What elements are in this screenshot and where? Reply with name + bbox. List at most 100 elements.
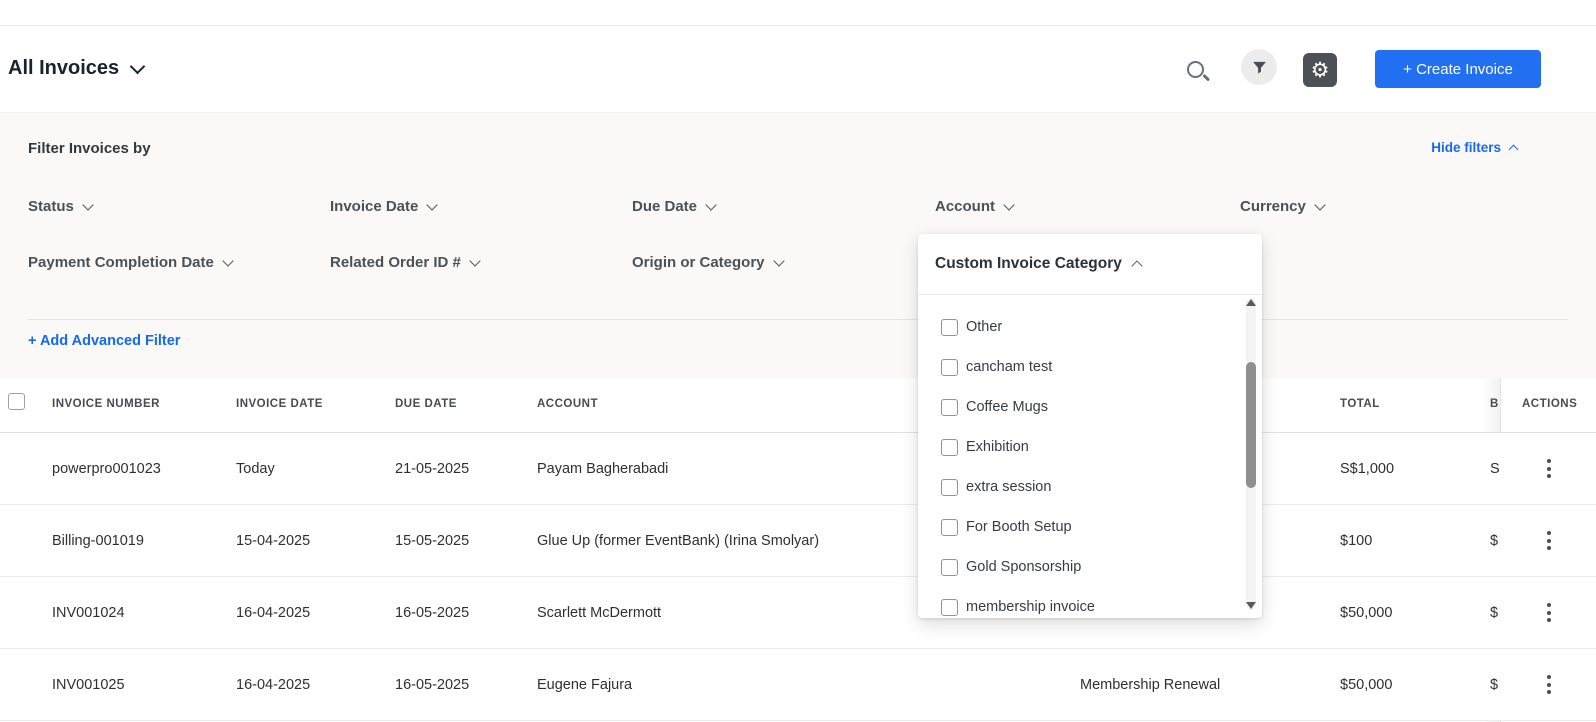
invoice-number-cell: powerpro001023 <box>52 460 161 477</box>
hide-filters-link[interactable]: Hide filters <box>1431 140 1519 155</box>
chevron-down-icon <box>1314 198 1326 211</box>
dropdown-scrollbar[interactable] <box>1246 298 1256 610</box>
kebab-icon <box>1547 474 1551 478</box>
total-cell: S$1,000 <box>1340 460 1395 477</box>
category-cell: Membership Renewal <box>1080 676 1221 693</box>
row-actions-menu-button[interactable] <box>1537 671 1561 699</box>
top-divider <box>0 0 1596 26</box>
total-cell: $100 <box>1340 532 1373 549</box>
chevron-down-icon <box>1003 198 1015 211</box>
dropdown-option-label: Other <box>966 319 1003 335</box>
dropdown-option-label: Exhibition <box>966 439 1029 455</box>
settings-button[interactable]: ⚙ <box>1303 53 1337 87</box>
dropdown-option-for-booth-setup[interactable]: For Booth Setup <box>918 507 1262 547</box>
filter-label: Currency <box>1240 198 1306 215</box>
dropdown-option-cancham-test[interactable]: cancham test <box>918 347 1262 387</box>
dropdown-option-label: Gold Sponsorship <box>966 559 1082 575</box>
checkbox-icon[interactable] <box>941 358 958 376</box>
invoice-date-cell: Today <box>236 460 275 477</box>
chevron-down-icon <box>469 254 481 267</box>
dropdown-option-exhibition[interactable]: Exhibition <box>918 427 1262 467</box>
dropdown-option-label: extra session <box>966 479 1052 495</box>
filter-payment-completion-date[interactable]: Payment Completion Date <box>28 254 234 271</box>
dropdown-option-label: Coffee Mugs <box>966 399 1048 415</box>
scrollbar-up-arrow-icon[interactable] <box>1246 299 1256 306</box>
invoice-list-selector[interactable]: All Invoices <box>8 57 146 80</box>
invoice-number-cell: INV001025 <box>52 676 125 693</box>
filter-due-date[interactable]: Due Date <box>632 198 717 215</box>
chevron-up-icon <box>1508 144 1519 155</box>
kebab-icon <box>1547 682 1551 687</box>
dropdown-option-gold-sponsorship[interactable]: Gold Sponsorship <box>918 547 1262 587</box>
row-actions-menu-button[interactable] <box>1537 527 1561 555</box>
kebab-icon <box>1547 618 1551 622</box>
due-date-cell: 16-05-2025 <box>395 604 470 621</box>
kebab-icon <box>1547 603 1551 607</box>
dropdown-option-membership-invoice[interactable]: membership invoice <box>918 587 1262 618</box>
table-body: powerpro001023 Today 21-05-2025 Payam Baghe… <box>0 433 1596 721</box>
balance-partial-cell: $ <box>1490 604 1499 621</box>
account-cell: Glue Up (former EventBank) (Irina Smolya… <box>537 532 820 549</box>
filter-origin-or-category[interactable]: Origin or Category <box>632 254 785 271</box>
checkbox-icon[interactable] <box>941 518 958 536</box>
column-header-due-date: DUE DATE <box>395 398 457 410</box>
invoices-screen: All Invoices ⚙ + Create Invoice Filter I… <box>0 0 1596 722</box>
checkbox-icon[interactable] <box>941 398 958 416</box>
dropdown-option-extra-session[interactable]: extra session <box>918 467 1262 507</box>
dropdown-option-coffee-mugs[interactable]: Coffee Mugs <box>918 387 1262 427</box>
filter-panel: Filter Invoices by Hide filters Status In… <box>0 112 1596 379</box>
select-all-checkbox[interactable] <box>8 393 25 410</box>
search-icon <box>1187 61 1204 78</box>
filter-currency[interactable]: Currency <box>1240 198 1326 215</box>
kebab-icon <box>1547 690 1551 694</box>
checkbox-icon[interactable] <box>941 598 958 616</box>
gear-icon: ⚙ <box>1310 58 1330 82</box>
chevron-down-icon <box>426 198 439 211</box>
column-header-balance-partial: B <box>1490 398 1499 410</box>
kebab-icon <box>1547 546 1551 550</box>
dropdown-option-list: Other cancham test Coffee Mugs Exhibition ex… <box>918 295 1262 618</box>
checkbox-icon[interactable] <box>941 558 958 576</box>
custom-invoice-category-filter[interactable]: Custom Invoice Category <box>918 234 1262 295</box>
invoice-row[interactable]: INV001024 16-04-2025 16-05-2025 Scarlett Mc… <box>0 577 1596 649</box>
account-cell: Payam Bagherabadi <box>537 460 669 477</box>
kebab-icon <box>1547 675 1551 679</box>
balance-partial-cell: $ <box>1490 676 1499 693</box>
dropdown-option-other[interactable]: Other <box>918 307 1262 347</box>
scrollbar-thumb[interactable] <box>1246 362 1256 488</box>
filter-label: Payment Completion Date <box>28 254 214 271</box>
search-button[interactable] <box>1186 60 1210 84</box>
invoice-row[interactable]: powerpro001023 Today 21-05-2025 Payam Baghe… <box>0 433 1596 505</box>
invoice-row[interactable]: INV001025 16-04-2025 16-05-2025 Eugene Faju… <box>0 649 1596 721</box>
total-cell: $50,000 <box>1340 604 1393 621</box>
filter-label: Related Order ID # <box>330 254 461 271</box>
add-advanced-filter-link[interactable]: + Add Advanced Filter <box>28 333 180 349</box>
filter-status[interactable]: Status <box>28 198 94 215</box>
create-invoice-button[interactable]: + Create Invoice <box>1375 50 1541 88</box>
chevron-down-icon <box>222 254 234 267</box>
kebab-icon <box>1547 538 1551 543</box>
checkbox-icon[interactable] <box>941 478 958 496</box>
invoice-date-cell: 16-04-2025 <box>236 604 311 621</box>
scrollbar-down-arrow-icon[interactable] <box>1246 602 1256 609</box>
checkbox-icon[interactable] <box>941 438 958 456</box>
due-date-cell: 16-05-2025 <box>395 676 470 693</box>
app-bar: All Invoices ⚙ + Create Invoice <box>0 26 1596 112</box>
checkbox-icon[interactable] <box>941 318 958 336</box>
chevron-down-icon <box>705 198 717 211</box>
kebab-icon <box>1547 531 1551 535</box>
invoice-date-cell: 15-04-2025 <box>236 532 311 549</box>
row-actions-menu-button[interactable] <box>1537 599 1561 627</box>
filter-invoice-date[interactable]: Invoice Date <box>330 198 439 215</box>
column-header-invoice-number: INVOICE NUMBER <box>52 398 160 410</box>
page-title: All Invoices <box>8 57 120 79</box>
filter-account[interactable]: Account <box>935 198 1015 215</box>
filter-label: Invoice Date <box>330 198 419 215</box>
invoice-row[interactable]: Billing-001019 15-04-2025 15-05-2025 Glue U… <box>0 505 1596 577</box>
filter-label: Account <box>935 198 995 215</box>
balance-partial-cell: S <box>1490 460 1500 477</box>
row-actions-menu-button[interactable] <box>1537 455 1561 483</box>
filter-toggle-button[interactable] <box>1241 49 1277 85</box>
chevron-up-icon <box>1131 260 1143 272</box>
filter-related-order-id[interactable]: Related Order ID # <box>330 254 481 271</box>
